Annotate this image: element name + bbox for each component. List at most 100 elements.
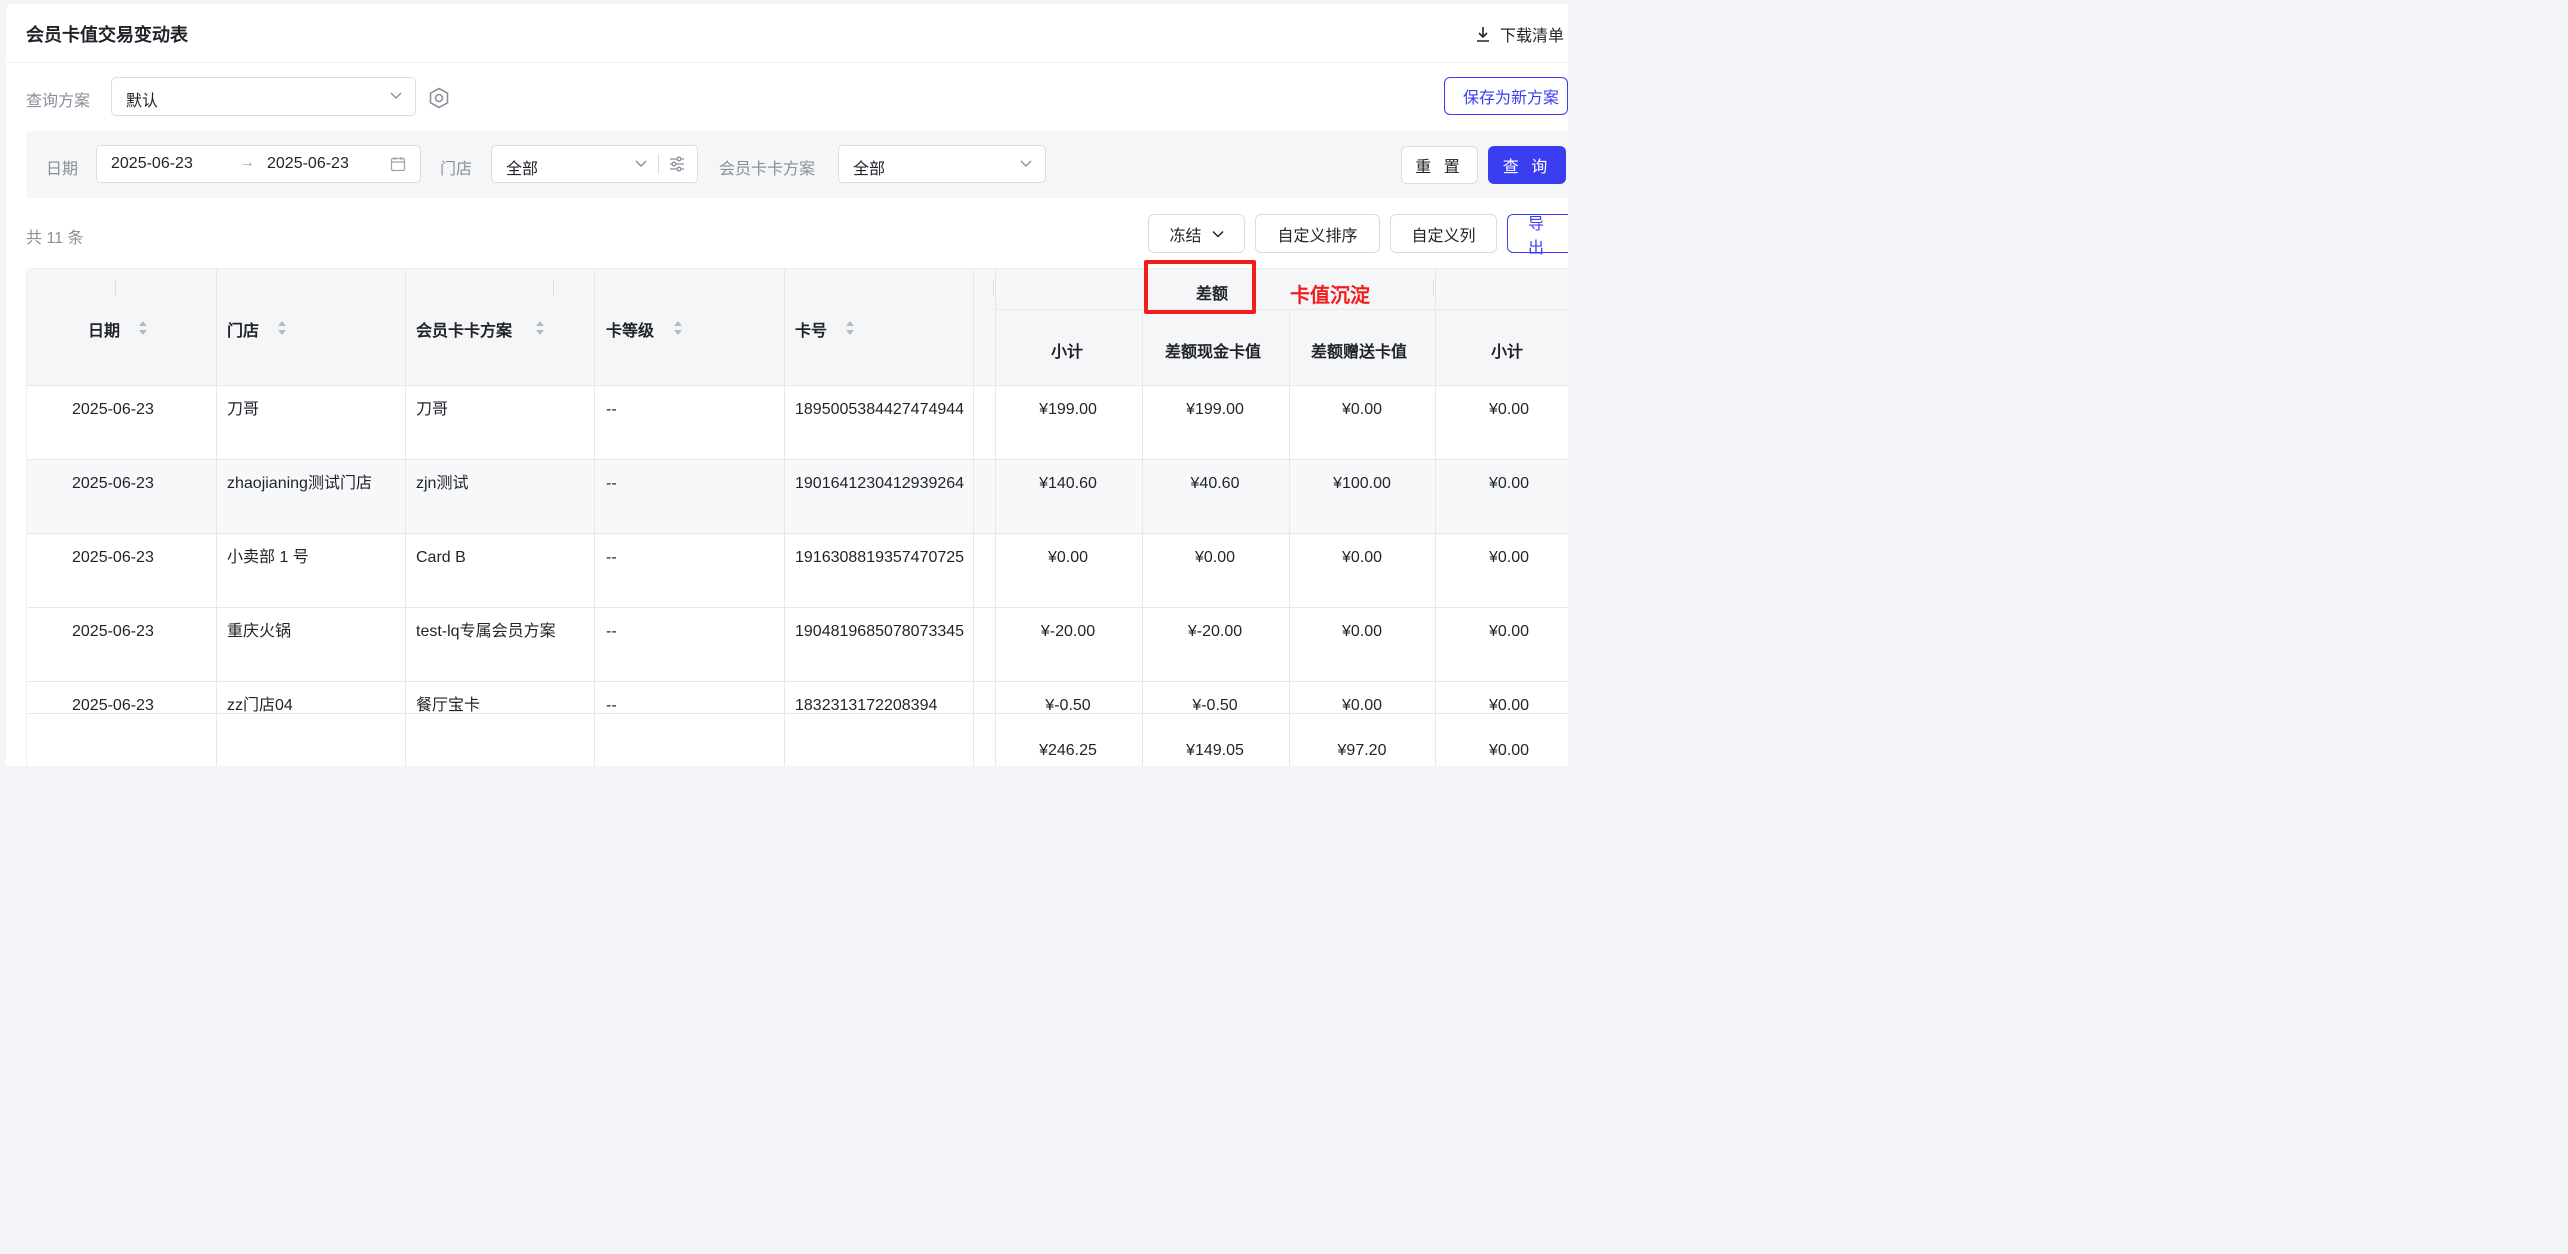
sort-icon[interactable] [277, 320, 287, 336]
record-count: 共 11 条 [26, 230, 84, 247]
cell-diff-gift: ¥0.00 [1341, 401, 1383, 418]
reset-button[interactable]: 重 置 [1401, 146, 1478, 184]
date-label: 日期 [46, 161, 79, 178]
cell-subtotal: ¥140.60 [1039, 475, 1097, 492]
cell-diff-gift: ¥0.00 [1341, 623, 1383, 640]
sort-icon[interactable] [535, 320, 545, 336]
col-header-store[interactable]: 门店 [227, 317, 259, 341]
cell-store: 小卖部 1 号 [227, 549, 309, 566]
freeze-button[interactable]: 冻结 [1148, 214, 1245, 253]
download-icon [1476, 27, 1489, 42]
cell-store: zhaojianing测试门店 [227, 475, 372, 492]
header-tick [115, 281, 116, 295]
cell-card-scheme: 刀哥 [416, 401, 449, 418]
date-end[interactable]: 2025-06-23 [267, 155, 349, 173]
cell-date: 2025-06-23 [72, 549, 154, 566]
row-divider [27, 607, 1568, 608]
cell-diff-cash: ¥-20.00 [1187, 623, 1243, 640]
cell-store: 重庆火锅 [227, 623, 292, 640]
custom-sort-button[interactable]: 自定义排序 [1255, 214, 1380, 253]
col-divider [973, 269, 974, 766]
page-title: 会员卡值交易变动表 [26, 25, 188, 45]
sort-icon[interactable] [845, 320, 855, 336]
filter-sliders-icon[interactable] [668, 155, 686, 173]
filter-panel: 日期 2025-06-23 → 2025-06-23 门店 全部 会员卡卡方案 [26, 131, 1568, 198]
table-row[interactable]: 2025-06-23 重庆火锅 test-lq专属会员方案 -- 1904819… [27, 607, 1568, 681]
custom-columns-button[interactable]: 自定义列 [1390, 214, 1497, 253]
chevron-down-icon [1211, 230, 1224, 238]
col-divider [1435, 269, 1436, 766]
select-divider [658, 154, 659, 174]
page-header: 会员卡值交易变动表 下载清单 [6, 4, 1568, 63]
col-header-subtotal-2[interactable]: 小计 [1491, 338, 1523, 362]
col-header-card-scheme[interactable]: 会员卡卡方案 [416, 317, 512, 341]
header-tick [553, 281, 554, 295]
row-divider [27, 385, 1568, 386]
card-scheme-value: 全部 [853, 161, 886, 178]
report-page: 会员卡值交易变动表 下载清单 查询方案 默认 保存为新方案 日期 2025-06… [6, 4, 1568, 766]
date-start[interactable]: 2025-06-23 [111, 155, 193, 173]
cell-card-level: -- [606, 623, 617, 640]
col-header-card-no[interactable]: 卡号 [795, 317, 827, 341]
col-header-card-level[interactable]: 卡等级 [606, 317, 654, 341]
table-row[interactable]: 2025-06-23 小卖部 1 号 Card B -- 19163088193… [27, 533, 1568, 607]
query-scheme-label: 查询方案 [26, 93, 91, 110]
col-header-diff-gift[interactable]: 差额赠送卡值 [1311, 338, 1407, 362]
sort-icon[interactable] [673, 320, 683, 336]
total-diff-cash: ¥149.05 [1186, 742, 1244, 759]
transaction-table: 日期 门店 会员卡卡方案 卡等级 卡号 差额 小计 差额现金卡值 差额赠送卡值 … [26, 268, 1568, 766]
settings-icon[interactable] [428, 87, 450, 109]
cell-subtotal-2: ¥0.00 [1488, 623, 1530, 640]
cell-subtotal: ¥-20.00 [1040, 623, 1096, 640]
query-scheme-row: 查询方案 默认 保存为新方案 [26, 77, 1568, 117]
col-header-diff-cash[interactable]: 差额现金卡值 [1165, 338, 1261, 362]
col-divider [1142, 309, 1143, 766]
col-divider [216, 269, 217, 766]
annotation-highlight-box [1144, 260, 1256, 314]
query-scheme-select[interactable]: 默认 [111, 77, 416, 116]
cell-card-no: 1901641230412939264 [795, 475, 965, 492]
table-row[interactable]: 2025-06-23 zhaojianing测试门店 zjn测试 -- 1901… [27, 459, 1568, 533]
download-list-link[interactable]: 下载清单 [1476, 22, 1564, 46]
cell-date: 2025-06-23 [72, 623, 154, 640]
query-button[interactable]: 查 询 [1488, 146, 1566, 184]
group-header-divider [995, 309, 1568, 310]
cell-diff-cash: ¥40.60 [1190, 475, 1240, 492]
store-value: 全部 [506, 161, 539, 178]
export-button[interactable]: 导 出 [1507, 214, 1568, 257]
cell-card-level: -- [606, 549, 617, 566]
col-header-subtotal[interactable]: 小计 [1051, 338, 1083, 362]
cell-subtotal: ¥199.00 [1039, 401, 1097, 418]
header-tick [1433, 281, 1434, 295]
cell-date: 2025-06-23 [72, 401, 154, 418]
cell-subtotal: ¥0.00 [1047, 549, 1089, 566]
cell-card-no: 1916308819357470725 [795, 549, 965, 566]
freeze-label: 冻结 [1169, 227, 1202, 245]
cell-diff-gift: ¥100.00 [1333, 475, 1391, 492]
sort-icon[interactable] [138, 320, 148, 336]
card-scheme-select[interactable]: 全部 [838, 145, 1046, 183]
cell-subtotal-2: ¥0.00 [1488, 401, 1530, 418]
cell-diff-gift: ¥0.00 [1341, 549, 1383, 566]
chevron-down-icon [1020, 160, 1032, 167]
store-select[interactable]: 全部 [491, 145, 698, 183]
query-scheme-value: 默认 [126, 93, 159, 110]
chevron-down-icon [390, 92, 402, 99]
cell-diff-cash: ¥199.00 [1186, 401, 1244, 418]
cell-store: 刀哥 [227, 401, 260, 418]
col-divider [784, 269, 785, 766]
header-tick [993, 281, 994, 295]
cell-card-scheme: zjn测试 [416, 475, 469, 492]
cell-card-no: 1895005384427474944 [795, 401, 965, 418]
download-label: 下载清单 [1499, 28, 1564, 45]
row-divider [27, 681, 1568, 682]
cell-diff-cash: ¥0.00 [1194, 549, 1236, 566]
chevron-down-icon [635, 160, 647, 167]
table-row[interactable]: 2025-06-23 刀哥 刀哥 -- 1895005384427474944 … [27, 385, 1568, 459]
cell-card-level: -- [606, 475, 617, 492]
col-divider [995, 269, 996, 766]
save-new-scheme-button[interactable]: 保存为新方案 [1444, 77, 1568, 115]
col-header-date[interactable]: 日期 [88, 317, 120, 341]
col-divider [405, 269, 406, 766]
date-range-picker[interactable]: 2025-06-23 → 2025-06-23 [96, 145, 421, 183]
